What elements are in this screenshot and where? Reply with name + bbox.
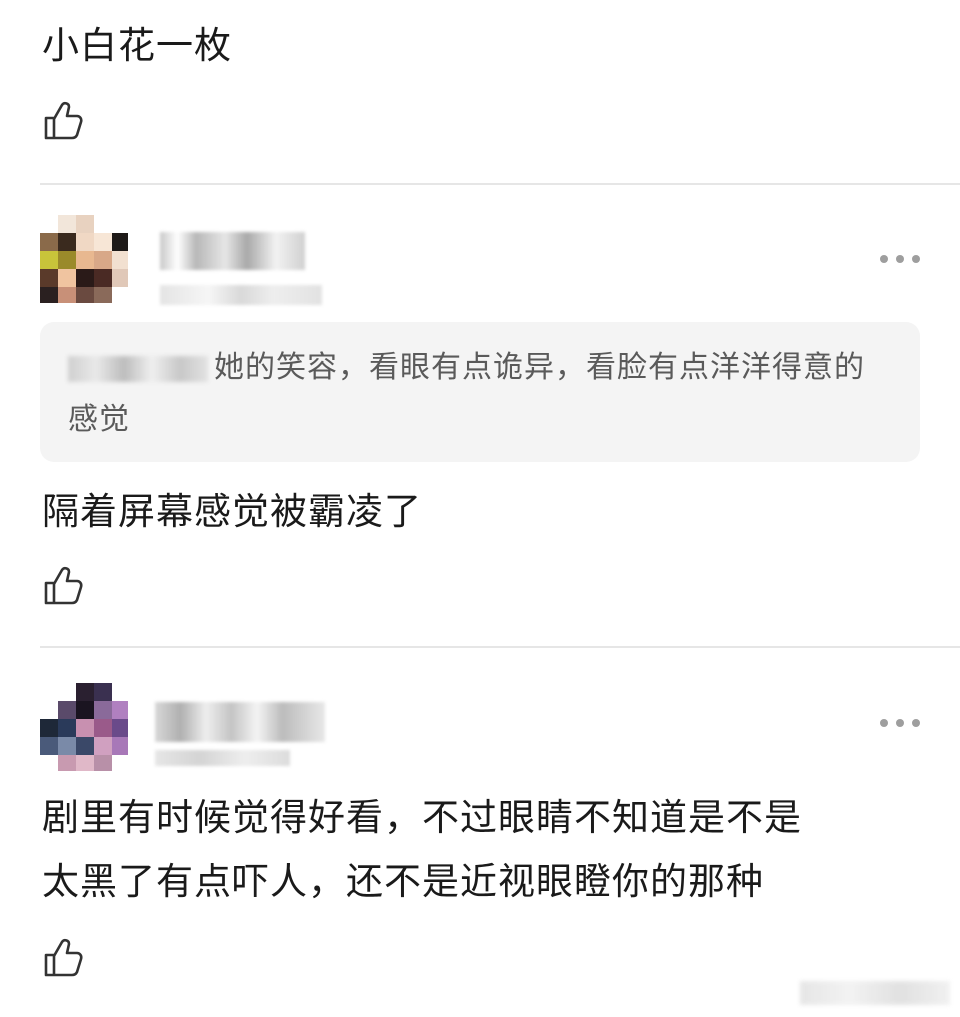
divider [40,183,960,185]
thumbs-up-icon[interactable] [40,935,86,981]
avatar[interactable] [40,683,128,771]
more-dots-icon[interactable] [880,253,920,265]
divider [40,646,960,648]
quoted-username-blurred [68,355,208,382]
quoted-reply[interactable]: 她的笑容，看眼有点诡异，看脸有点洋洋得意的感觉 [40,322,920,462]
timestamp-blurred [155,750,290,766]
timestamp-blurred [160,285,322,305]
comment-text-line-2: 太黑了有点吓人，还不是近视眼瞪你的那种 [42,860,764,903]
avatar[interactable] [40,215,128,303]
comment-text: 小白花一枚 [42,24,232,67]
thumbs-up-icon[interactable] [40,98,86,144]
thumbs-up-icon[interactable] [40,563,86,609]
username-blurred[interactable] [160,232,305,270]
comment-text-line-1: 剧里有时候觉得好看，不过眼睛不知道是不是 [42,796,802,839]
more-dots-icon[interactable] [880,717,920,729]
watermark-blurred [800,981,950,1005]
comment-text: 隔着屏幕感觉被霸凌了 [42,490,422,533]
username-blurred[interactable] [155,702,325,742]
